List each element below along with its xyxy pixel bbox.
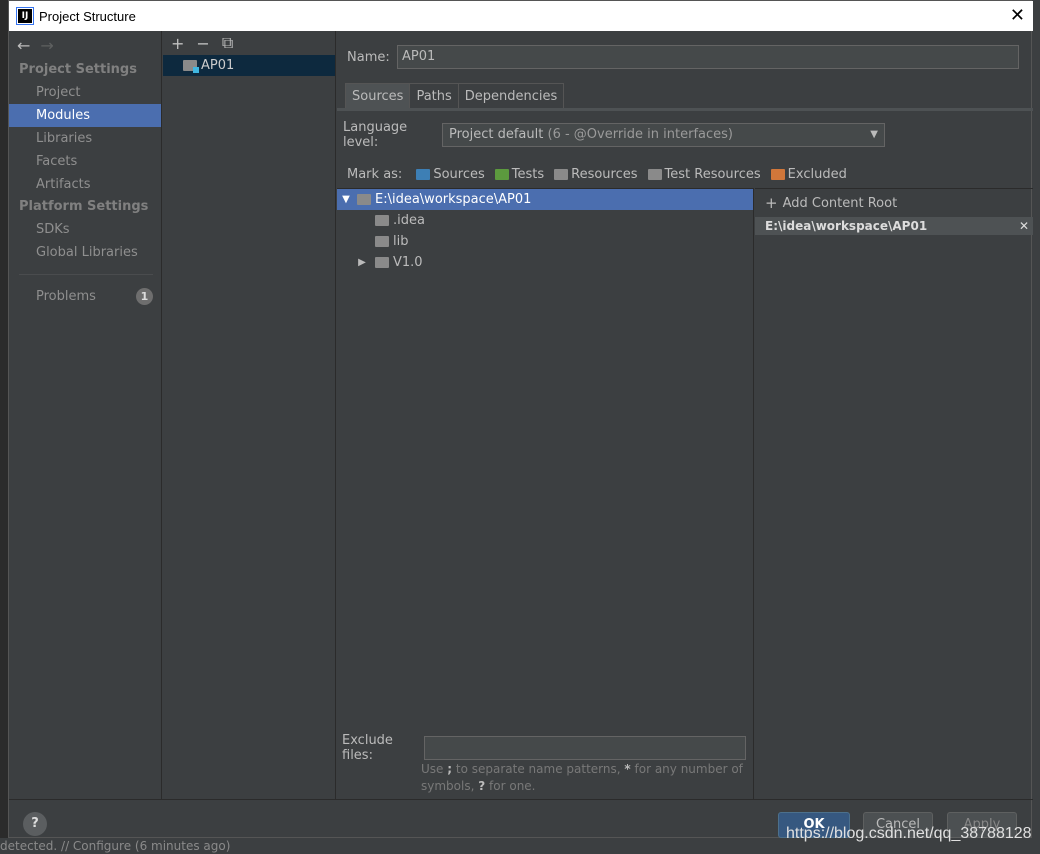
hint-pre: Use bbox=[421, 762, 444, 776]
folder-icon bbox=[375, 215, 389, 226]
problems-count-badge: 1 bbox=[136, 288, 153, 305]
module-name-input[interactable]: AP01 bbox=[397, 45, 1019, 69]
mark-test-resources-button[interactable]: Test Resources bbox=[647, 166, 761, 182]
modules-toolbar: + − ⧉ bbox=[163, 31, 335, 55]
language-level-detail: (6 - @Override in interfaces) bbox=[547, 127, 734, 142]
remove-root-icon[interactable]: ✕ bbox=[1019, 219, 1029, 233]
language-level-value: Project default bbox=[449, 127, 544, 142]
content-root-item[interactable]: E:\idea\workspace\AP01 ✕ bbox=[755, 217, 1033, 235]
sidebar-item-facets[interactable]: Facets bbox=[9, 150, 161, 173]
title-bar: IJ Project Structure ✕ bbox=[9, 1, 1033, 31]
tree-label: .idea bbox=[393, 213, 425, 228]
add-content-root-button[interactable]: + Add Content Root bbox=[755, 189, 1033, 217]
mark-sources-label: Sources bbox=[433, 166, 485, 182]
module-tabs: Sources Paths Dependencies bbox=[345, 83, 565, 109]
watermark: https://blog.csdn.net/qq_38788128 bbox=[786, 825, 1032, 842]
copy-icon[interactable]: ⧉ bbox=[222, 33, 233, 53]
mark-resources-button[interactable]: Resources bbox=[554, 166, 638, 182]
mark-excluded-label: Excluded bbox=[787, 166, 847, 182]
modules-panel: + − ⧉ AP01 bbox=[163, 31, 336, 799]
sidebar-item-artifacts[interactable]: Artifacts bbox=[9, 173, 161, 196]
mark-as-row: Mark as: Sources Tests Resources Test Re… bbox=[347, 164, 857, 184]
tab-sources[interactable]: Sources bbox=[345, 83, 411, 109]
language-level-label: Language level: bbox=[343, 120, 408, 150]
sidebar-item-project[interactable]: Project bbox=[9, 81, 161, 104]
tests-folder-icon bbox=[494, 168, 509, 180]
plus-icon: + bbox=[765, 194, 778, 212]
mark-tests-label: Tests bbox=[511, 166, 545, 182]
resources-folder-icon bbox=[554, 168, 569, 180]
add-content-root-label: Add Content Root bbox=[782, 195, 898, 211]
sidebar-item-problems[interactable]: Problems 1 bbox=[9, 285, 161, 308]
tab-paths[interactable]: Paths bbox=[409, 83, 459, 109]
problems-label: Problems bbox=[36, 289, 96, 304]
exclude-files-row: Exclude files: bbox=[342, 733, 746, 763]
window-title: Project Structure bbox=[39, 8, 136, 24]
mark-tests-button[interactable]: Tests bbox=[494, 166, 545, 182]
chevron-down-icon: ▼ bbox=[870, 129, 878, 140]
sidebar-item-libraries[interactable]: Libraries bbox=[9, 127, 161, 150]
hint-sep: ; bbox=[447, 762, 453, 776]
sidebar-item-sdks[interactable]: SDKs bbox=[9, 218, 161, 241]
language-level-select[interactable]: Project default (6 - @Override in interf… bbox=[442, 123, 885, 147]
tab-dependencies[interactable]: Dependencies bbox=[457, 83, 565, 109]
hint-end: for one. bbox=[489, 779, 536, 793]
tree-label: lib bbox=[393, 234, 409, 249]
back-arrow-icon[interactable]: ← bbox=[17, 36, 30, 55]
hint-star: * bbox=[624, 762, 631, 776]
excluded-folder-icon bbox=[770, 168, 785, 180]
tree-label: E:\idea\workspace\AP01 bbox=[375, 192, 532, 207]
sidebar-item-modules[interactable]: Modules bbox=[9, 104, 161, 127]
content-roots-panel: + Add Content Root E:\idea\workspace\AP0… bbox=[755, 188, 1033, 799]
folder-icon bbox=[375, 257, 389, 268]
test-resources-folder-icon bbox=[647, 168, 662, 180]
mark-resources-label: Resources bbox=[571, 166, 638, 182]
module-label: AP01 bbox=[201, 58, 235, 73]
help-button[interactable]: ? bbox=[23, 812, 47, 836]
status-text: detected. // Configure (6 minutes ago) bbox=[0, 839, 231, 853]
mark-sources-button[interactable]: Sources bbox=[416, 166, 485, 182]
tree-row-v1[interactable]: ▶ V1.0 bbox=[337, 252, 753, 273]
mark-test-resources-label: Test Resources bbox=[664, 166, 761, 182]
platform-settings-header: Platform Settings bbox=[19, 199, 149, 214]
name-row: Name: AP01 bbox=[347, 45, 1019, 69]
name-label: Name: bbox=[347, 49, 390, 65]
tree-row-lib[interactable]: lib bbox=[337, 231, 753, 252]
content-root-path: E:\idea\workspace\AP01 bbox=[765, 219, 928, 233]
project-settings-header: Project Settings bbox=[19, 62, 137, 77]
tree-label: V1.0 bbox=[393, 255, 423, 270]
exclude-files-input[interactable] bbox=[424, 736, 746, 760]
hint-q: ? bbox=[478, 779, 486, 793]
folder-icon bbox=[375, 236, 389, 247]
close-icon[interactable]: ✕ bbox=[1010, 5, 1025, 26]
sidebar-item-global-libraries[interactable]: Global Libraries bbox=[9, 241, 161, 264]
source-folder-tree: ▼ E:\idea\workspace\AP01 .idea lib ▶ V1.… bbox=[337, 188, 754, 799]
add-icon[interactable]: + bbox=[171, 34, 184, 53]
sidebar-divider bbox=[19, 274, 153, 275]
nav-arrows: ← → bbox=[9, 31, 161, 59]
mark-as-label: Mark as: bbox=[347, 166, 403, 182]
folder-icon bbox=[357, 194, 371, 205]
collapse-arrow-icon[interactable]: ▶ bbox=[355, 257, 369, 268]
module-settings: Name: AP01 Sources Paths Dependencies La… bbox=[337, 31, 1033, 799]
settings-sidebar: ← → Project Settings Project Modules Lib… bbox=[9, 31, 162, 799]
background-ide-edge bbox=[0, 0, 8, 854]
exclude-hint: Use ; to separate name patterns, * for a… bbox=[421, 761, 751, 795]
forward-arrow-icon[interactable]: → bbox=[40, 36, 53, 55]
exclude-files-label: Exclude files: bbox=[342, 733, 393, 763]
remove-icon[interactable]: − bbox=[196, 34, 209, 53]
intellij-icon: IJ bbox=[16, 7, 34, 25]
project-structure-dialog: IJ Project Structure ✕ ← → Project Setti… bbox=[8, 0, 1033, 838]
tree-row-idea[interactable]: .idea bbox=[337, 210, 753, 231]
mark-excluded-button[interactable]: Excluded bbox=[770, 166, 847, 182]
module-folder-icon bbox=[183, 60, 199, 73]
hint-mid: to separate name patterns, bbox=[455, 762, 621, 776]
sources-folder-icon bbox=[416, 168, 431, 180]
module-item-ap01[interactable]: AP01 bbox=[163, 55, 335, 76]
language-level-row: Language level: Project default (6 - @Ov… bbox=[343, 120, 885, 150]
tree-row-root[interactable]: ▼ E:\idea\workspace\AP01 bbox=[337, 189, 753, 210]
tab-underline bbox=[337, 108, 1033, 111]
expand-arrow-icon[interactable]: ▼ bbox=[339, 194, 353, 205]
